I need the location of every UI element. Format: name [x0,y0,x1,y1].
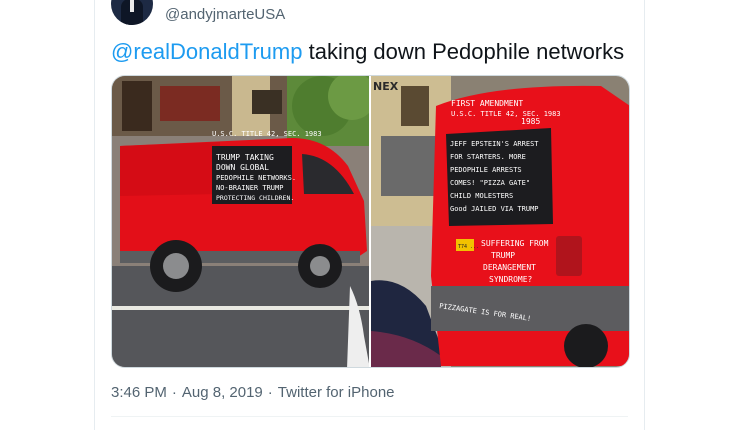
van-right-body-line: TRUMP [491,251,515,260]
tweet-body-text: taking down Pedophile networks [302,39,625,64]
tweet-media: U.S.C. TITLE 42, SEC. 1983 TRUMP TAKING … [111,75,630,368]
photo-left[interactable]: U.S.C. TITLE 42, SEC. 1983 TRUMP TAKING … [112,76,369,367]
van-left-line: DOWN GLOBAL [216,163,269,172]
building-sign: NEX [373,80,399,93]
van-left-line: NO-BRAINER TRUMP [216,184,283,192]
van-right-window-line: COMES! "PIZZA GATE" [450,179,530,187]
tweet-source[interactable]: Twitter for iPhone [278,384,395,401]
mention-link[interactable]: @realDonaldTrump [111,39,302,64]
van-right-window-line: PEDOPHILE ARRESTS [450,166,522,174]
tweet-text: @realDonaldTrump taking down Pedophile n… [111,38,624,66]
meta-separator: · [267,384,273,401]
van-right-top-line: FIRST AMENDMENT [451,99,523,108]
photo-right[interactable]: NEX T74 ... FIRST AMENDMENT U.S.C. TITLE… [371,76,629,367]
tweet-header: @andyjmarteUSA [111,0,285,28]
license-plate: T74 ... [458,244,479,250]
meta-separator: · [171,384,177,401]
avatar-shirt [130,0,134,12]
divider [111,416,628,417]
tweet-card: @andyjmarteUSA @realDonaldTrump taking d… [94,0,645,430]
van-right-top-line: 1985 [521,117,540,126]
tweet-meta: 3:46 PM · Aug 8, 2019 · Twitter for iPho… [111,384,395,401]
van-left-top-label: U.S.C. TITLE 42, SEC. 1983 [212,130,322,138]
van-right-body-line: DERANGEMENT [483,263,536,272]
van-right-window-line: Good JAILED VIA TRUMP [450,205,539,213]
van-right-window-line: CHILD MOLESTERS [450,192,513,200]
avatar[interactable] [111,0,153,25]
van-left-line: PEDOPHILE NETWORKS. [216,174,296,182]
tweet-time[interactable]: 3:46 PM [111,384,167,401]
van-right-window-line: FOR STARTERS. MORE [450,153,526,161]
photo-left-image: U.S.C. TITLE 42, SEC. 1983 TRUMP TAKING … [112,76,369,367]
van-right-top-line: U.S.C. TITLE 42, SEC. 1983 [451,110,561,118]
van-right-body-line: SYNDROME? [489,275,533,284]
van-left-line: PROTECTING CHILDREN. [216,194,294,202]
tweet-date[interactable]: Aug 8, 2019 [182,384,263,401]
photo-right-image: NEX T74 ... FIRST AMENDMENT U.S.C. TITLE… [371,76,629,367]
van-right-body-line: SUFFERING FROM [481,239,549,248]
van-left-line: TRUMP TAKING [216,153,274,162]
author-handle[interactable]: @andyjmarteUSA [165,6,285,23]
van-right-window-line: JEFF EPSTEIN'S ARREST [450,140,539,148]
